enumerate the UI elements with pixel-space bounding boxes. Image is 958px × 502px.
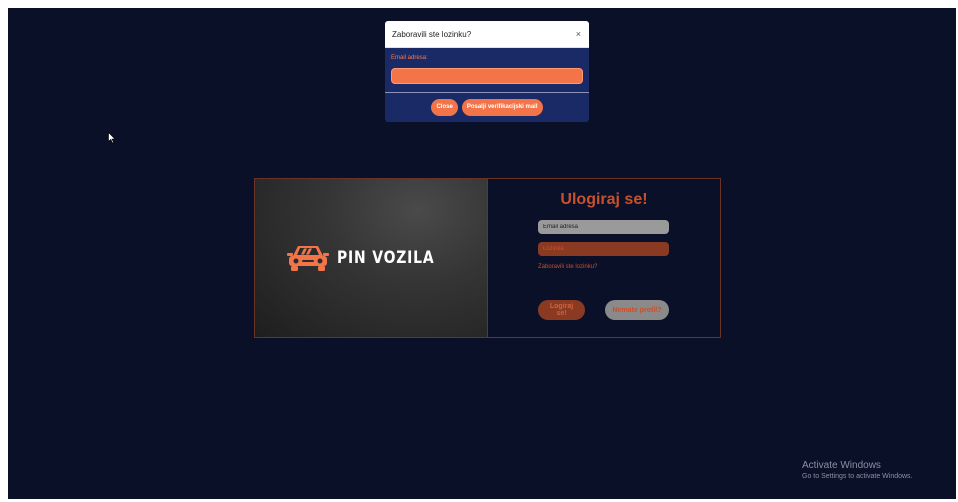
- app-screen: Zaboravili ste lozinku? × Email adresa: …: [8, 8, 956, 499]
- watermark-subtitle: Go to Settings to activate Windows.: [802, 473, 913, 480]
- email-label: Email adresa:: [391, 55, 428, 61]
- modal-title: Zaboravili ste lozinku?: [392, 29, 472, 39]
- forgot-password-modal: Zaboravili ste lozinku? × Email adresa: …: [385, 21, 589, 122]
- forgot-password-link[interactable]: Zaboravili ste lozinku?: [538, 264, 597, 270]
- windows-activation-watermark: Activate Windows Go to Settings to activ…: [802, 460, 913, 480]
- no-profile-button[interactable]: Nemate profil?: [605, 300, 669, 320]
- car-icon: [287, 246, 330, 271]
- login-card: PIN VOZILA Ulogiraj se! Zaboravili ste l…: [254, 178, 721, 338]
- modal-header: Zaboravili ste lozinku? ×: [385, 21, 589, 48]
- login-password-input[interactable]: [538, 242, 669, 256]
- mouse-cursor-icon: [108, 132, 116, 144]
- login-email-input[interactable]: [538, 220, 669, 234]
- brand-name: PIN VOZILA: [337, 248, 435, 268]
- modal-body: Email adresa:: [385, 48, 589, 93]
- brand-panel: PIN VOZILA: [255, 179, 488, 337]
- login-panel: Ulogiraj se! Zaboravili ste lozinku? Log…: [488, 179, 720, 337]
- login-heading: Ulogiraj se!: [560, 191, 648, 208]
- send-verification-button[interactable]: Posalji verifikacijski mail: [461, 98, 543, 116]
- modal-footer: Close Posalji verifikacijski mail: [385, 93, 589, 121]
- modal-email-input[interactable]: [391, 68, 583, 84]
- login-button[interactable]: Logiraj se!: [538, 300, 585, 320]
- watermark-title: Activate Windows: [802, 460, 881, 471]
- modal-close-button[interactable]: Close: [431, 98, 458, 116]
- modal-close-icon[interactable]: ×: [576, 29, 581, 39]
